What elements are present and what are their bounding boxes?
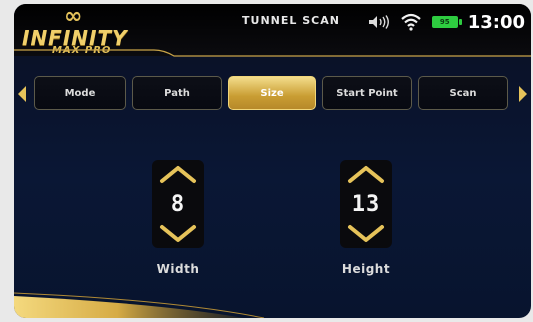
tab-mode[interactable]: Mode	[34, 76, 126, 110]
height-label: Height	[341, 262, 391, 276]
battery-level: 95	[439, 18, 450, 26]
chevron-down-icon[interactable]	[347, 224, 385, 244]
tab-scan[interactable]: Scan	[418, 76, 508, 110]
arrow-right-icon[interactable]	[519, 86, 527, 102]
speaker-icon	[368, 15, 389, 29]
infinity-symbol: ∞	[64, 4, 83, 29]
tab-start-point[interactable]: Start Point	[322, 76, 412, 110]
wifi-icon	[400, 13, 421, 31]
battery-icon: 95	[431, 16, 462, 28]
height-value: 13	[351, 192, 381, 217]
top-bar: ∞ INFINITY MAX PRO TUNNEL SCAN 95 13:00	[14, 4, 531, 57]
device-screen: ∞ INFINITY MAX PRO TUNNEL SCAN 95 13:00	[14, 4, 531, 318]
bottom-accent-swoosh	[14, 292, 265, 318]
screen-title: TUNNEL SCAN	[242, 14, 340, 27]
width-label: Width	[156, 262, 200, 276]
width-value: 8	[170, 192, 186, 217]
header-accent-line	[14, 49, 531, 57]
chevron-up-icon[interactable]	[159, 164, 197, 184]
tab-bar: Mode Path Size Start Point Scan	[14, 76, 531, 112]
width-stepper: 8	[152, 160, 204, 248]
height-stepper: 13	[340, 160, 392, 248]
chevron-down-icon[interactable]	[159, 224, 197, 244]
arrow-left-icon[interactable]	[18, 86, 26, 102]
tab-path[interactable]: Path	[132, 76, 222, 110]
clock: 13:00	[467, 11, 525, 33]
status-bar: 95 13:00	[368, 8, 525, 36]
tab-size[interactable]: Size	[228, 76, 316, 110]
chevron-up-icon[interactable]	[347, 164, 385, 184]
